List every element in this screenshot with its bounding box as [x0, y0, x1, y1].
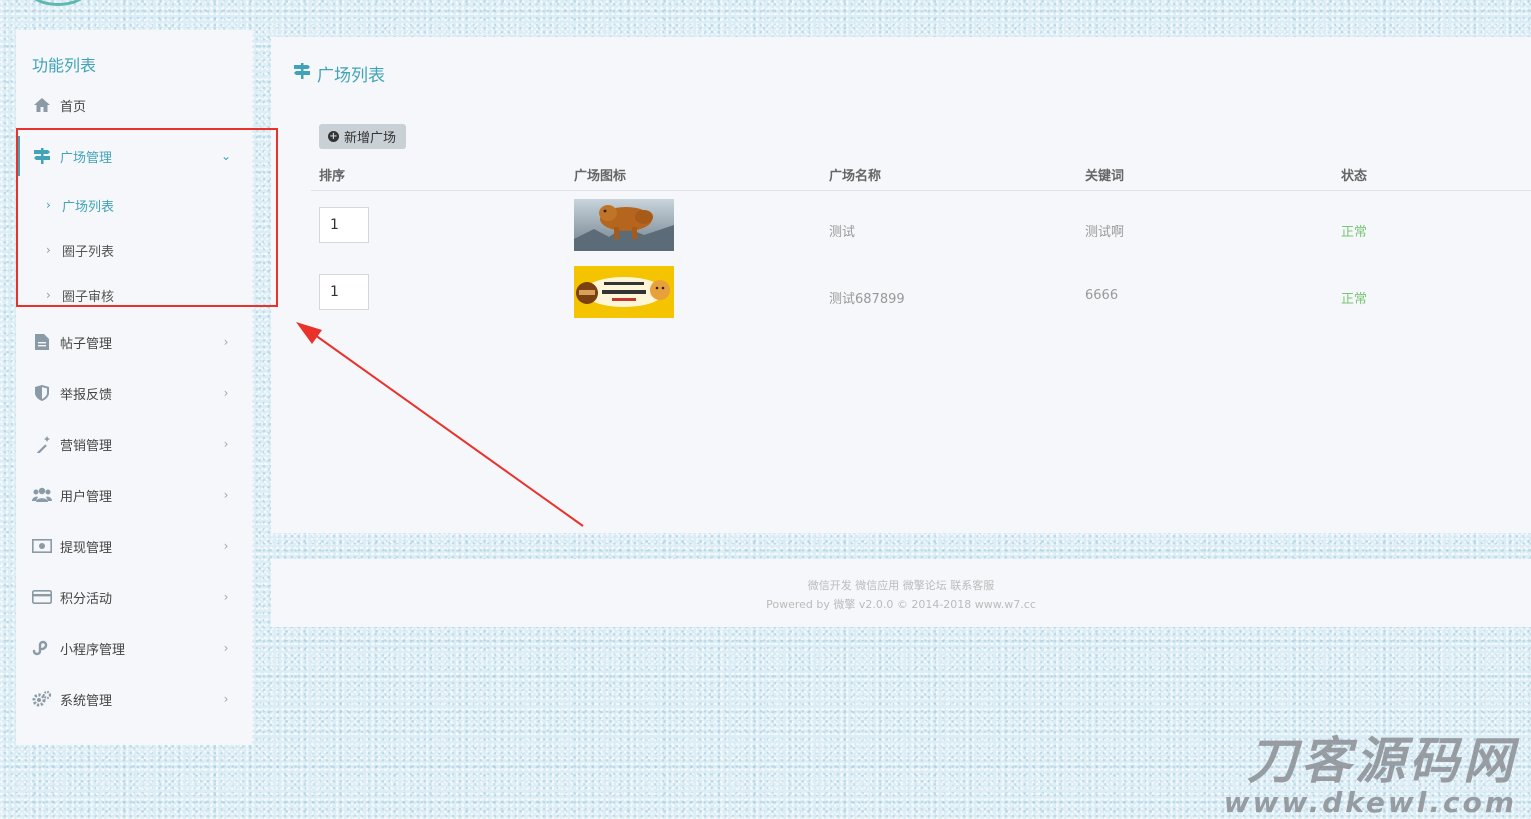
sidebar-item-marketing[interactable]: 营销管理 › — [16, 424, 252, 464]
signpost-icon — [293, 62, 311, 85]
magic-wand-icon — [32, 435, 52, 453]
footer: 微信开发 微信应用 微擎论坛 联系客服 Powered by 微擎 v2.0.0… — [271, 559, 1531, 627]
home-icon — [32, 96, 52, 114]
sidebar-item-home[interactable]: 首页 — [16, 85, 252, 125]
document-icon — [32, 333, 52, 351]
sidebar-item-reports[interactable]: 举报反馈 › — [16, 373, 252, 413]
column-header-name: 广场名称 — [829, 169, 882, 184]
chevron-right-icon: › — [223, 692, 229, 706]
shield-icon — [32, 384, 52, 402]
sidebar-item-label: 小程序管理 — [60, 642, 126, 658]
chevron-right-icon: › — [223, 590, 229, 604]
users-icon — [32, 486, 52, 504]
plaza-icon-image — [574, 266, 674, 318]
sidebar-item-label: 帖子管理 — [60, 336, 113, 352]
sidebar-item-label: 提现管理 — [60, 540, 113, 556]
miniprogram-icon — [32, 639, 52, 657]
credit-card-icon — [32, 588, 52, 606]
column-header-keyword: 关键词 — [1085, 169, 1125, 184]
plaza-keyword: 6666 — [1085, 288, 1119, 303]
annotation-highlight-box — [16, 128, 278, 307]
plaza-name: 测试687899 — [829, 292, 905, 307]
table-row: 1 测试687899 6666 正常 — [311, 264, 1531, 328]
watermark: 刀客源码网 www.dkewl.com — [1224, 733, 1517, 817]
watermark-url: www.dkewl.com — [1223, 786, 1517, 819]
sidebar-item-label: 营销管理 — [60, 438, 113, 454]
main-panel: 广场列表 + 新增广场 排序 广场图标 广场名称 关键词 状态 1 测试 测试啊… — [271, 37, 1531, 533]
sidebar-item-withdraw[interactable]: 提现管理 › — [16, 526, 252, 566]
chevron-right-icon: › — [223, 539, 229, 553]
sidebar-item-label: 积分活动 — [60, 591, 113, 607]
column-header-icon: 广场图标 — [574, 169, 627, 184]
sidebar-item-label: 系统管理 — [60, 693, 113, 709]
sidebar-item-label: 用户管理 — [60, 489, 113, 505]
top-logo — [28, 0, 88, 6]
table-row: 1 测试 测试啊 正常 — [311, 197, 1531, 261]
footer-links[interactable]: 微信开发 微信应用 微擎论坛 联系客服 — [271, 577, 1531, 593]
plus-circle-icon: + — [328, 131, 339, 142]
footer-powered-by: Powered by 微擎 v2.0.0 © 2014-2018 www.w7.… — [766, 598, 1036, 611]
plaza-icon-image — [574, 199, 674, 251]
sidebar-title: 功能列表 — [32, 56, 97, 75]
add-plaza-button[interactable]: + 新增广场 — [319, 124, 407, 149]
sidebar-item-label: 首页 — [60, 99, 87, 115]
chevron-right-icon: › — [223, 488, 229, 502]
sidebar-item-users[interactable]: 用户管理 › — [16, 475, 252, 515]
table-header: 排序 广场图标 广场名称 关键词 状态 — [311, 155, 1531, 191]
sort-input[interactable]: 1 — [319, 207, 369, 243]
sidebar-item-label: 举报反馈 — [60, 387, 113, 403]
chevron-right-icon: › — [223, 335, 229, 349]
sidebar-item-posts[interactable]: 帖子管理 › — [16, 322, 252, 362]
status-badge: 正常 — [1341, 225, 1368, 240]
watermark-title: 刀客源码网 — [1247, 732, 1517, 790]
sidebar-item-points[interactable]: 积分活动 › — [16, 577, 252, 617]
plaza-name: 测试 — [829, 225, 856, 240]
chevron-right-icon: › — [223, 386, 229, 400]
page-title-text: 广场列表 — [317, 66, 385, 86]
column-header-sort: 排序 — [319, 169, 346, 184]
plaza-keyword: 测试啊 — [1085, 225, 1125, 240]
money-icon — [32, 537, 52, 555]
sort-input[interactable]: 1 — [319, 274, 369, 310]
sidebar-item-system[interactable]: 系统管理 › — [16, 679, 252, 719]
status-badge: 正常 — [1341, 292, 1368, 307]
chevron-right-icon: › — [223, 641, 229, 655]
chevron-right-icon: › — [223, 437, 229, 451]
sidebar-item-miniprogram[interactable]: 小程序管理 › — [16, 628, 252, 668]
page-title: 广场列表 — [293, 61, 385, 86]
column-header-status: 状态 — [1341, 169, 1368, 184]
gears-icon — [32, 690, 52, 708]
add-plaza-button-label: 新增广场 — [344, 131, 397, 146]
